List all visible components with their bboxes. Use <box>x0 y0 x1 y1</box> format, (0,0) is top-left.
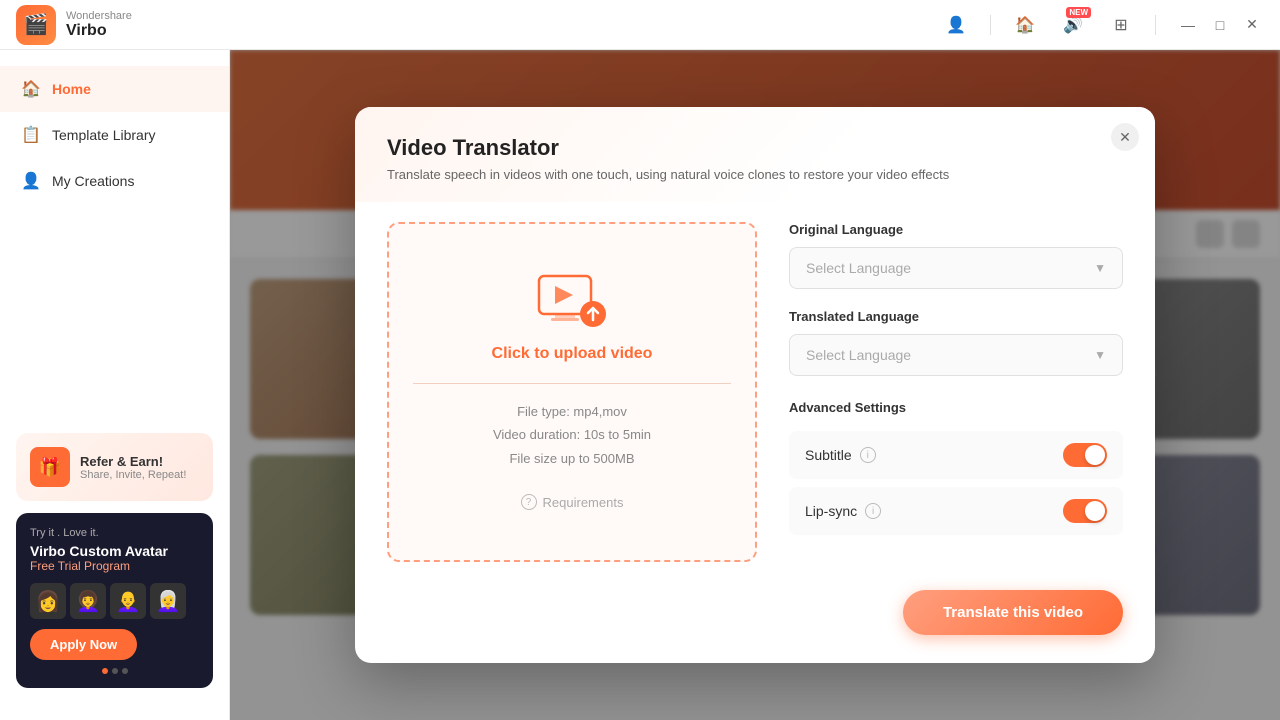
main-layout: 🏠 Home 📋 Template Library 👤 My Creations… <box>0 50 1280 720</box>
video-translator-modal: Video Translator Translate speech in vid… <box>355 107 1155 663</box>
upload-divider <box>413 383 731 384</box>
sidebar-creations-label: My Creations <box>52 173 134 189</box>
subtitle-label: Subtitle <box>805 447 852 463</box>
dot-1 <box>102 668 108 674</box>
modal-title: Video Translator <box>387 135 1123 161</box>
modal-body: Click to upload video File type: mp4,mov… <box>355 202 1155 590</box>
product-name: Virbo <box>66 22 132 40</box>
upload-video-icon <box>537 274 607 329</box>
home-sidebar-icon: 🏠 <box>20 78 42 100</box>
ca-sub-text: Free Trial Program <box>30 559 199 573</box>
tb-divider-2 <box>1155 15 1156 35</box>
template-sidebar-icon: 📋 <box>20 124 42 146</box>
app-logo-icon: 🎬 <box>16 5 56 45</box>
subtitle-info-icon[interactable]: i <box>860 447 876 463</box>
dot-3 <box>122 668 128 674</box>
sidebar: 🏠 Home 📋 Template Library 👤 My Creations… <box>0 50 230 720</box>
upload-info: File type: mp4,mov Video duration: 10s t… <box>493 400 651 470</box>
logo-text: Wondershare Virbo <box>66 10 132 40</box>
brand-name: Wondershare <box>66 10 132 22</box>
sidebar-item-home[interactable]: 🏠 Home <box>0 66 229 112</box>
refer-card[interactable]: 🎁 Refer & Earn! Share, Invite, Repeat! <box>16 433 213 501</box>
sidebar-template-label: Template Library <box>52 127 156 143</box>
minimize-button[interactable]: — <box>1176 13 1200 37</box>
translate-button[interactable]: Translate this video <box>903 590 1123 635</box>
subtitle-row: Subtitle i <box>789 431 1123 479</box>
settings-panel: Original Language Select Language ▼ Tran… <box>789 222 1123 543</box>
sidebar-item-template-library[interactable]: 📋 Template Library <box>0 112 229 158</box>
modal-close-button[interactable]: ✕ <box>1111 123 1139 151</box>
maximize-button[interactable]: □ <box>1208 13 1232 37</box>
size-text: File size up to 500MB <box>493 447 651 470</box>
file-type-text: File type: mp4,mov <box>493 400 651 423</box>
translated-language-arrow: ▼ <box>1094 348 1106 362</box>
lipsync-label-area: Lip-sync i <box>805 503 881 519</box>
original-language-arrow: ▼ <box>1094 261 1106 275</box>
advanced-settings-section: Advanced Settings Subtitle i <box>789 400 1123 543</box>
lipsync-row: Lip-sync i <box>789 487 1123 535</box>
avatar-4: 👩‍🦳 <box>150 583 186 619</box>
app-background: 🎬 Wondershare Virbo 👤 🏠 🔊 NEW ⊞ — □ ✕ <box>0 0 1280 720</box>
audio-icon[interactable]: 🔊 NEW <box>1059 11 1087 39</box>
avatar-1: 👩 <box>30 583 66 619</box>
upload-area[interactable]: Click to upload video File type: mp4,mov… <box>387 222 757 562</box>
translated-language-label: Translated Language <box>789 309 1123 324</box>
requirements-text: Requirements <box>543 495 624 510</box>
home-tb-icon[interactable]: 🏠 <box>1011 11 1039 39</box>
sidebar-bottom: 🎁 Refer & Earn! Share, Invite, Repeat! T… <box>0 417 229 704</box>
sidebar-item-my-creations[interactable]: 👤 My Creations <box>0 158 229 204</box>
refer-text: Refer & Earn! Share, Invite, Repeat! <box>80 454 186 481</box>
advanced-settings-title: Advanced Settings <box>789 400 1123 415</box>
subtitle-toggle[interactable] <box>1063 443 1107 467</box>
duration-text: Video duration: 10s to 5min <box>493 423 651 446</box>
translated-language-select[interactable]: Select Language ▼ <box>789 334 1123 376</box>
subtitle-label-area: Subtitle i <box>805 447 876 463</box>
lipsync-info-icon[interactable]: i <box>865 503 881 519</box>
close-button[interactable]: ✕ <box>1240 13 1264 37</box>
refer-subtitle: Share, Invite, Repeat! <box>80 469 186 481</box>
modal-header: Video Translator Translate speech in vid… <box>355 107 1155 202</box>
sidebar-home-label: Home <box>52 81 91 97</box>
custom-avatar-card: Try it . Love it. Virbo Custom Avatar Fr… <box>16 513 213 688</box>
original-language-select[interactable]: Select Language ▼ <box>789 247 1123 289</box>
apply-now-button[interactable]: Apply Now <box>30 629 137 660</box>
logo-area: 🎬 Wondershare Virbo <box>16 5 132 45</box>
modal-overlay: Video Translator Translate speech in vid… <box>230 50 1280 720</box>
avatar-2: 👩‍🦱 <box>70 583 106 619</box>
lipsync-label: Lip-sync <box>805 503 857 519</box>
refer-title: Refer & Earn! <box>80 454 186 469</box>
modal-footer: Translate this video <box>355 590 1155 663</box>
lipsync-toggle[interactable] <box>1063 499 1107 523</box>
title-bar: 🎬 Wondershare Virbo 👤 🏠 🔊 NEW ⊞ — □ ✕ <box>0 0 1280 50</box>
refer-icon: 🎁 <box>30 447 70 487</box>
ca-try-text: Try it . Love it. <box>30 527 199 539</box>
dot-2 <box>112 668 118 674</box>
requirements-icon: ? <box>521 494 537 510</box>
tb-divider-1 <box>990 15 991 35</box>
new-badge: NEW <box>1066 7 1091 18</box>
grid-tb-icon[interactable]: ⊞ <box>1107 11 1135 39</box>
requirements-link[interactable]: ? Requirements <box>521 494 624 510</box>
titlebar-right: 👤 🏠 🔊 NEW ⊞ — □ ✕ <box>942 11 1264 39</box>
user-icon[interactable]: 👤 <box>942 11 970 39</box>
content-area: VIRBO 👨 👩 👨‍💼 👩‍💼 👨‍🦱 👩‍🦱 👨‍🦰 👩‍🦰 <box>230 50 1280 720</box>
translated-language-group: Translated Language Select Language ▼ <box>789 309 1123 376</box>
dot-indicators <box>30 668 199 674</box>
original-language-label: Original Language <box>789 222 1123 237</box>
modal-subtitle: Translate speech in videos with one touc… <box>387 167 1123 182</box>
ca-product-name: Virbo Custom Avatar <box>30 543 199 559</box>
window-controls: — □ ✕ <box>1176 13 1264 37</box>
avatar-3: 👩‍🦲 <box>110 583 146 619</box>
original-language-group: Original Language Select Language ▼ <box>789 222 1123 289</box>
creations-sidebar-icon: 👤 <box>20 170 42 192</box>
upload-click-text: Click to upload video <box>492 345 653 363</box>
translated-language-placeholder: Select Language <box>806 347 911 363</box>
ca-avatars: 👩 👩‍🦱 👩‍🦲 👩‍🦳 <box>30 583 199 619</box>
original-language-placeholder: Select Language <box>806 260 911 276</box>
